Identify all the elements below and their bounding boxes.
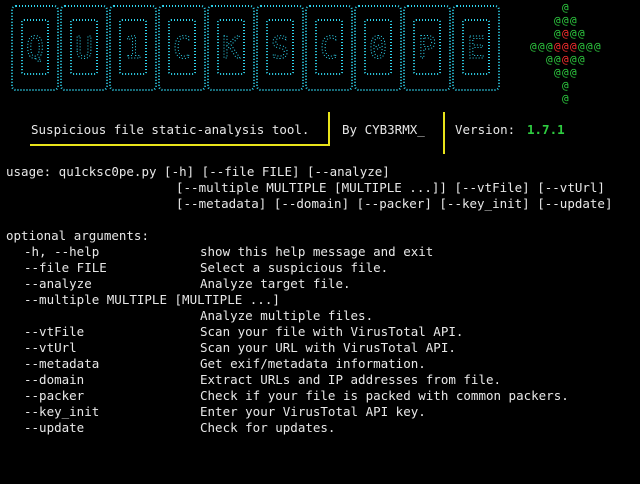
option-description: Scan your URL with VirusTotal API. bbox=[200, 340, 456, 355]
crosshair-dot: @ bbox=[546, 40, 553, 53]
crosshair-dot: @ bbox=[554, 14, 561, 27]
svg-text:E: E bbox=[467, 31, 485, 66]
svg-text:Q: Q bbox=[26, 31, 44, 66]
option-description: Enter your VirusTotal API key. bbox=[200, 404, 426, 419]
option-row: --key_init Enter your VirusTotal API key… bbox=[6, 404, 640, 420]
crosshair-dot: @ bbox=[562, 14, 569, 27]
crosshair-dot: @ bbox=[562, 1, 569, 14]
crosshair-dot: @ bbox=[562, 40, 569, 53]
crosshair-dot: @ bbox=[570, 14, 577, 27]
separator-line bbox=[328, 112, 330, 146]
svg-text:K: K bbox=[222, 31, 240, 66]
crosshair-dot: @ bbox=[562, 53, 569, 66]
crosshair-dot: @ bbox=[570, 53, 577, 66]
option-row: --file FILE Select a suspicious file. bbox=[6, 260, 640, 276]
crosshair-dot: @ bbox=[562, 92, 569, 105]
svg-text:C: C bbox=[320, 31, 338, 66]
option-flag: --packer bbox=[24, 388, 85, 403]
option-flag: --vtFile bbox=[24, 324, 85, 339]
crosshair-dot: @ bbox=[530, 40, 537, 53]
svg-text:1: 1 bbox=[124, 31, 142, 66]
crosshair-dot: @ bbox=[554, 53, 561, 66]
option-description: Extract URLs and IP addresses from file. bbox=[200, 372, 502, 387]
option-flag: --multiple MULTIPLE [MULTIPLE ...] bbox=[24, 292, 280, 307]
usage-line: usage: qu1cksc0pe.py [-h] [--file FILE] … bbox=[6, 164, 390, 179]
option-flag: --update bbox=[24, 420, 85, 435]
option-flag: --domain bbox=[24, 372, 85, 387]
author-label: By CYB3RMX_ bbox=[342, 122, 425, 137]
option-description: Scan your file with VirusTotal API. bbox=[200, 324, 464, 339]
option-flag: --analyze bbox=[24, 276, 92, 291]
version-value: 1.7.1 bbox=[527, 122, 565, 137]
option-flag: --metadata bbox=[24, 356, 100, 371]
option-row: --analyze Analyze target file. bbox=[6, 276, 640, 292]
crosshair-dot: @ bbox=[546, 53, 553, 66]
version-label: Version: bbox=[455, 122, 516, 137]
option-row: -h, --help show this help message and ex… bbox=[6, 244, 640, 260]
crosshair-dot: @ bbox=[594, 40, 601, 53]
crosshair-icon: @ @ @ @ @ @ @ @ @ @ @ @ @ @ @ @ @ @ @ @ @ @ @ @ @ @ @ bbox=[528, 0, 618, 106]
usage-line: [--multiple MULTIPLE [MULTIPLE ...]] [--… bbox=[176, 180, 605, 195]
crosshair-dot: @ bbox=[578, 27, 585, 40]
svg-text:0: 0 bbox=[369, 31, 387, 66]
option-row: --domain Extract URLs and IP addresses f… bbox=[6, 372, 640, 388]
separator-line bbox=[443, 112, 445, 154]
optional-header: optional arguments: bbox=[6, 228, 149, 243]
option-row: --metadata Get exif/metadata information… bbox=[6, 356, 640, 372]
crosshair-dot: @ bbox=[538, 40, 545, 53]
terminal-output: usage: qu1cksc0pe.py [-h] [--file FILE] … bbox=[6, 164, 640, 436]
option-row: --vtUrl Scan your URL with VirusTotal AP… bbox=[6, 340, 640, 356]
option-row: --multiple MULTIPLE [MULTIPLE ...] bbox=[6, 292, 640, 308]
option-description: Analyze target file. bbox=[200, 276, 351, 291]
option-flag: --key_init bbox=[24, 404, 100, 419]
crosshair-dot: @ bbox=[562, 66, 569, 79]
svg-text:S: S bbox=[271, 31, 289, 66]
crosshair-dot: @ bbox=[570, 40, 577, 53]
qu1cksc0pe-logo: QU1CKSC0PE bbox=[11, 5, 500, 91]
option-description: Check if your file is packed with common… bbox=[200, 388, 569, 403]
option-flag: -h, --help bbox=[24, 244, 100, 259]
usage-line: [--metadata] [--domain] [--packer] [--ke… bbox=[176, 196, 613, 211]
crosshair-dot: @ bbox=[562, 27, 569, 40]
option-flag: --file FILE bbox=[24, 260, 107, 275]
crosshair-dot: @ bbox=[554, 40, 561, 53]
option-description: Select a suspicious file. bbox=[200, 260, 389, 275]
option-row: Analyze multiple files. bbox=[6, 308, 640, 324]
separator-line bbox=[30, 144, 328, 146]
crosshair-dot: @ bbox=[586, 40, 593, 53]
crosshair-dot: @ bbox=[578, 40, 585, 53]
option-row: --vtFile Scan your file with VirusTotal … bbox=[6, 324, 640, 340]
crosshair-dot: @ bbox=[570, 66, 577, 79]
option-flag: --vtUrl bbox=[24, 340, 77, 355]
crosshair-dot: @ bbox=[570, 27, 577, 40]
crosshair-dot: @ bbox=[554, 66, 561, 79]
crosshair-dot: @ bbox=[562, 79, 569, 92]
option-description: Get exif/metadata information. bbox=[200, 356, 426, 371]
svg-text:U: U bbox=[75, 31, 93, 66]
option-row: --packer Check if your file is packed wi… bbox=[6, 388, 640, 404]
option-description: Check for updates. bbox=[200, 420, 336, 435]
option-description: Analyze multiple files. bbox=[200, 308, 374, 323]
info-bar: Suspicious file static-analysis tool. By… bbox=[0, 112, 640, 154]
crosshair-dot: @ bbox=[554, 27, 561, 40]
option-description: show this help message and exit bbox=[200, 244, 434, 259]
tool-description: Suspicious file static-analysis tool. bbox=[31, 122, 310, 137]
crosshair-dot: @ bbox=[578, 53, 585, 66]
svg-text:C: C bbox=[173, 31, 191, 66]
svg-text:P: P bbox=[418, 31, 436, 66]
option-row: --update Check for updates. bbox=[6, 420, 640, 436]
